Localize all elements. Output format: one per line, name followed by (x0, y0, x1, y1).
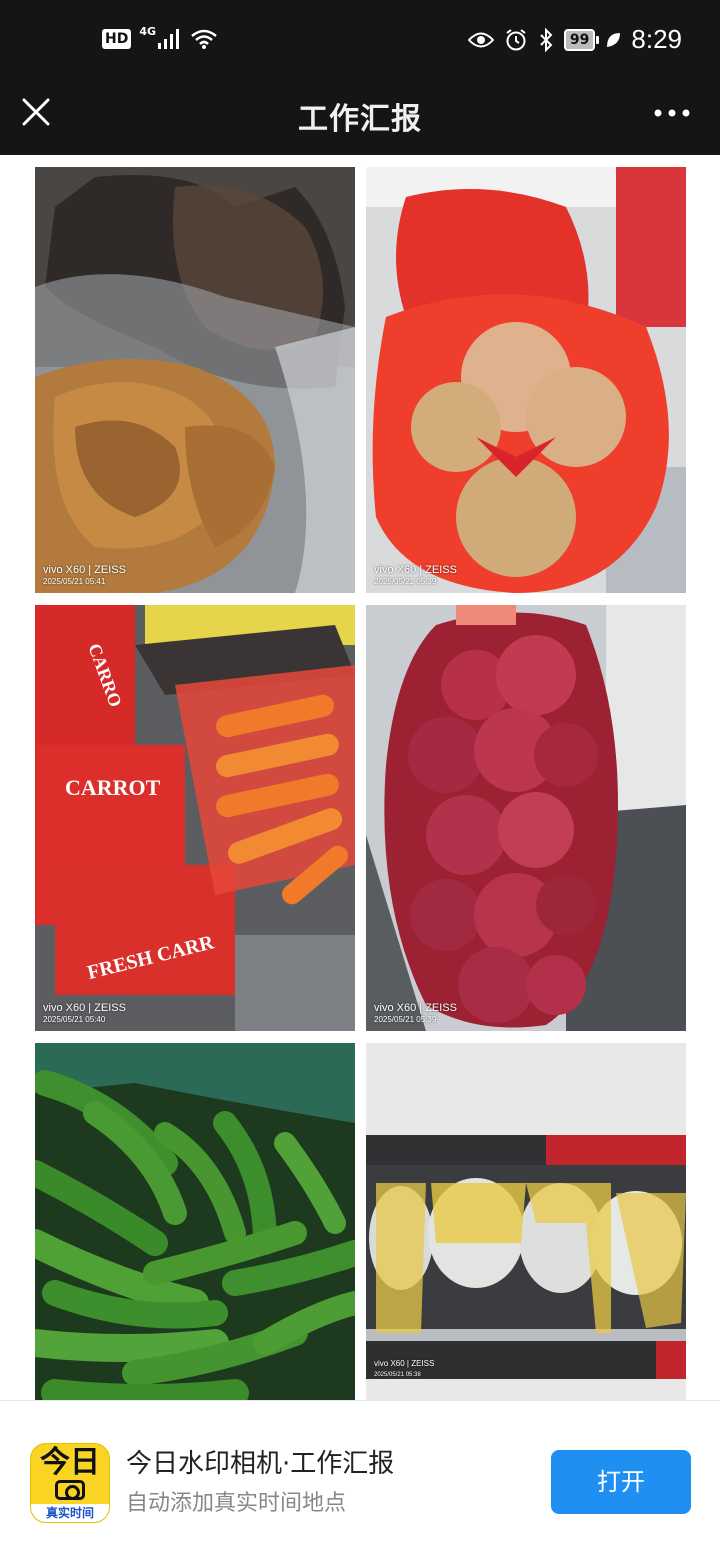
more-icon[interactable] (652, 100, 692, 126)
photo-watermark: vivo X60 | ZEISS 2025/05/21 05:39 (374, 1002, 457, 1025)
green-peppers-image (35, 1043, 355, 1400)
app-promo-banner: 今日 真实时间 今日水印相机·工作汇报 自动添加真实时间地点 打开 (0, 1400, 720, 1561)
photo-carrots[interactable]: CARROT FRESH CARR CARRO vivo X60 | ZEISS… (35, 605, 355, 1031)
wifi-icon (191, 29, 217, 49)
watermark-time: 2025/05/21 05:39 (374, 1015, 437, 1024)
title-bar: 工作汇报 (0, 84, 720, 155)
watermark-model: vivo X60 | ZEISS (374, 1359, 435, 1368)
photo-watermark: vivo X60 | ZEISS 2025/05/21 05:40 (43, 1002, 126, 1025)
cabbage-image (366, 167, 686, 593)
onions-image (366, 605, 686, 1031)
photo-fried-tofu[interactable]: vivo X60 | ZEISS 2025/05/21 05:41 (35, 167, 355, 593)
clock: 8:29 (631, 24, 682, 54)
watermark-model: vivo X60 | ZEISS (374, 564, 457, 576)
battery-icon: 99 (563, 28, 600, 51)
cauliflower-image (366, 1043, 686, 1400)
hd-badge: HD (102, 29, 132, 49)
photo-watermark: vivo X60 | ZEISS 2025/05/21 05:38 (374, 1357, 434, 1380)
watermark-time: 2025/05/21 05:38 (374, 1372, 421, 1378)
signal-icon (158, 29, 180, 49)
photo-cabbage[interactable]: vivo X60 | ZEISS 2025/05/21 05:39 (366, 167, 686, 593)
alarm-icon (506, 28, 526, 50)
photo-watermark: vivo X60 | ZEISS 2025/05/21 05:39 (374, 564, 457, 587)
watermark-time: 2025/05/21 05:41 (43, 577, 106, 586)
app-icon-caption: 真实时间 (31, 1504, 109, 1522)
banner-title: 今日水印相机·工作汇报 (126, 1449, 395, 1479)
leaf-icon (607, 32, 621, 47)
watermark-model: vivo X60 | ZEISS (43, 1002, 126, 1014)
status-right: 99 8:29 (467, 24, 682, 55)
watermark-model: vivo X60 | ZEISS (374, 1002, 457, 1014)
photo-onions[interactable]: vivo X60 | ZEISS 2025/05/21 05:39 (366, 605, 686, 1031)
photo-cauliflower[interactable]: vivo X60 | ZEISS 2025/05/21 05:38 (366, 1043, 686, 1400)
status-bar: HD 4G 99 8:29 (0, 0, 720, 84)
photo-grid: vivo X60 | ZEISS 2025/05/21 05:41 vivo X… (0, 155, 720, 1400)
camera-icon (55, 1480, 85, 1500)
eye-icon (467, 32, 494, 47)
watermark-time: 2025/05/21 05:39 (374, 577, 437, 586)
watermark-time: 2025/05/21 05:40 (43, 1015, 106, 1024)
page-title: 工作汇报 (298, 102, 422, 137)
watermark-model: vivo X60 | ZEISS (43, 564, 126, 576)
network-type: 4G (139, 24, 157, 38)
status-left: HD 4G (102, 24, 218, 50)
photo-green-peppers[interactable] (35, 1043, 355, 1400)
app-icon[interactable]: 今日 真实时间 (30, 1443, 110, 1523)
carrot-box-label: CARROT (65, 775, 161, 800)
photo-watermark: vivo X60 | ZEISS 2025/05/21 05:41 (43, 564, 126, 587)
fried-tofu-image (35, 167, 355, 593)
bluetooth-icon (540, 27, 553, 52)
app-icon-text: 今日 (40, 1445, 100, 1480)
banner-subtitle: 自动添加真实时间地点 (126, 1491, 347, 1516)
carrots-image: CARROT FRESH CARR CARRO (35, 605, 355, 1031)
open-button[interactable]: 打开 (551, 1450, 691, 1514)
